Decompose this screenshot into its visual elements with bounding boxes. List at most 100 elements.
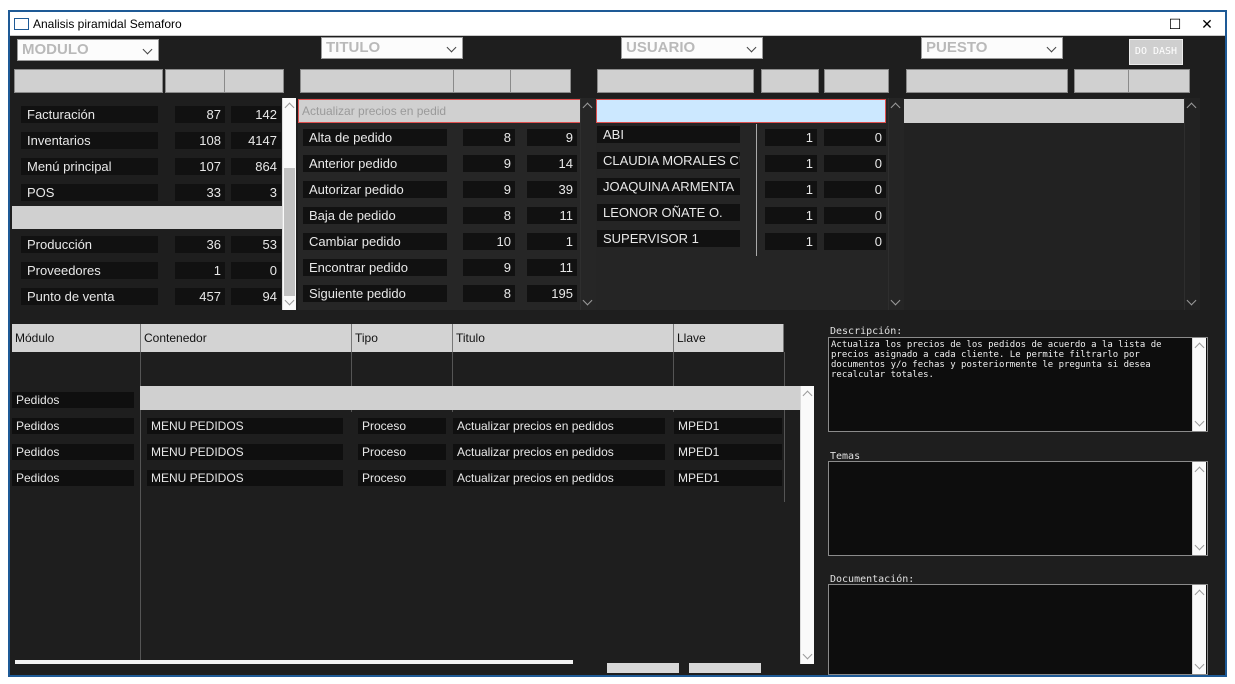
grid-cell-titulo[interactable]: Actualizar precios en pedidos <box>453 418 665 434</box>
modulo-count-a: 107 <box>175 158 225 175</box>
chevron-up-icon[interactable] <box>1194 466 1205 477</box>
modulo-count-b: 0 <box>231 262 281 279</box>
grid-cell-llave[interactable]: MPED1 <box>674 470 782 486</box>
modulo-selected-row[interactable] <box>12 206 282 229</box>
grid-cell-modulo[interactable]: Pedidos <box>12 444 134 460</box>
grid-cell-modulo[interactable]: Pedidos <box>12 392 134 408</box>
descripcion-label: Descripción: <box>830 326 903 337</box>
grid-column-divider <box>784 352 785 502</box>
grid-cell-contenedor[interactable]: MENU PEDIDOS <box>147 418 343 434</box>
puesto-dropdown-label: PUESTO <box>926 39 988 56</box>
grid-cell-contenedor[interactable]: MENU PEDIDOS <box>147 444 343 460</box>
usuario-count-b: 0 <box>824 129 886 146</box>
modulo-name[interactable]: Inventarios <box>21 132 158 149</box>
usuario-selected-row[interactable] <box>596 99 886 123</box>
chevron-up-icon[interactable] <box>284 102 295 113</box>
titulo-name[interactable]: Alta de pedido <box>303 129 447 146</box>
modulo-scrollbar[interactable] <box>282 98 296 310</box>
grid-scrollbar[interactable] <box>800 386 814 664</box>
titulo-header-a <box>453 69 511 93</box>
usuario-name[interactable]: LEONOR OÑATE O. <box>597 204 740 221</box>
grid-cell-titulo[interactable]: Actualizar precios en pedidos <box>453 444 665 460</box>
chevron-down-icon[interactable] <box>890 295 901 306</box>
chevron-up-icon[interactable] <box>1186 102 1197 113</box>
titulo-name[interactable]: Baja de pedido <box>303 207 447 224</box>
modulo-name[interactable]: POS <box>21 184 158 201</box>
grid-cell-tipo[interactable]: Proceso <box>358 444 446 460</box>
grid-header-llave[interactable]: Llave <box>674 324 784 352</box>
chevron-up-icon[interactable] <box>582 102 593 113</box>
footer-button-left[interactable] <box>607 663 679 673</box>
titulo-selected-row[interactable]: Actualizar precios en pedid <box>298 99 594 123</box>
documentacion-scrollbar[interactable] <box>1192 585 1206 674</box>
grid-selected-row[interactable] <box>140 386 800 410</box>
grid-cell-tipo[interactable]: Proceso <box>358 470 446 486</box>
chevron-down-icon <box>141 41 155 59</box>
do-dash-button[interactable]: DO DASH <box>1129 39 1183 65</box>
grid-cell-titulo[interactable]: Actualizar precios en pedidos <box>453 470 665 486</box>
modulo-count-b: 4147 <box>231 132 281 149</box>
temas-scrollbar[interactable] <box>1192 462 1206 555</box>
grid-header-tipo[interactable]: Tipo <box>352 324 453 352</box>
usuario-dropdown[interactable]: USUARIO <box>621 37 763 59</box>
modulo-name[interactable]: Menú principal <box>21 158 158 175</box>
usuario-count-b: 0 <box>824 155 886 172</box>
close-button[interactable]: ✕ <box>1194 14 1220 34</box>
titulo-name[interactable]: Cambiar pedido <box>303 233 447 250</box>
chevron-up-icon[interactable] <box>802 390 813 401</box>
modulo-name[interactable]: Punto de venta <box>21 288 158 305</box>
puesto-selected-row[interactable] <box>904 99 1184 123</box>
modulo-name[interactable]: Proveedores <box>21 262 158 279</box>
puesto-header-name <box>906 69 1068 93</box>
temas-textarea[interactable] <box>828 461 1208 556</box>
puesto-dropdown[interactable]: PUESTO <box>921 37 1063 59</box>
descripcion-scrollbar[interactable] <box>1192 338 1206 431</box>
footer-button-right[interactable] <box>689 663 761 673</box>
usuario-name[interactable]: SUPERVISOR 1 <box>597 230 740 247</box>
puesto-scrollbar[interactable] <box>1184 98 1198 310</box>
grid-header-contenedor[interactable]: Contenedor <box>141 324 352 352</box>
usuario-name[interactable]: CLAUDIA MORALES CU <box>597 152 740 169</box>
titulo-name[interactable]: Autorizar pedido <box>303 181 447 198</box>
chevron-up-icon[interactable] <box>1194 589 1205 600</box>
titulo-dropdown[interactable]: TITULO <box>321 37 463 59</box>
modulo-name[interactable]: Producción <box>21 236 158 253</box>
chevron-down-icon[interactable] <box>284 295 295 306</box>
scroll-thumb[interactable] <box>284 168 295 296</box>
grid-cell-modulo[interactable]: Pedidos <box>12 470 134 486</box>
grid-header-modulo[interactable]: Módulo <box>12 324 141 352</box>
puesto-list <box>904 98 1200 310</box>
usuario-name[interactable]: ABI <box>597 126 740 143</box>
titulo-name[interactable]: Siguiente pedido <box>303 285 447 302</box>
grid-header-titulo[interactable]: Titulo <box>453 324 674 352</box>
horizontal-scrollbar[interactable] <box>15 660 573 664</box>
chevron-down-icon[interactable] <box>582 295 593 306</box>
maximize-button[interactable]: ☐ <box>1162 14 1188 34</box>
documentacion-textarea[interactable] <box>828 584 1208 675</box>
chevron-up-icon[interactable] <box>890 102 901 113</box>
titulo-name[interactable]: Encontrar pedido <box>303 259 447 276</box>
chevron-down-icon[interactable] <box>1194 540 1205 551</box>
usuario-name[interactable]: JOAQUINA ARMENTA <box>597 178 740 195</box>
chevron-down-icon[interactable] <box>1186 295 1197 306</box>
grid-cell-contenedor[interactable]: MENU PEDIDOS <box>147 470 343 486</box>
usuario-column-divider <box>756 124 757 256</box>
chevron-down-icon[interactable] <box>1194 659 1205 670</box>
chevron-up-icon[interactable] <box>1194 342 1205 353</box>
chevron-down-icon[interactable] <box>802 649 813 660</box>
grid-cell-modulo[interactable]: Pedidos <box>12 418 134 434</box>
grid-cell-tipo[interactable]: Proceso <box>358 418 446 434</box>
titulo-name[interactable]: Anterior pedido <box>303 155 447 172</box>
grid-cell-llave[interactable]: MPED1 <box>674 444 782 460</box>
titulo-scrollbar[interactable] <box>580 98 594 310</box>
titulo-count-a: 10 <box>463 233 515 250</box>
usuario-list: ABI 1 0 CLAUDIA MORALES CU 1 0 JOAQUINA … <box>596 98 904 310</box>
chevron-down-icon[interactable] <box>1194 416 1205 427</box>
modulo-dropdown[interactable]: MODULO <box>17 39 159 61</box>
modulo-name[interactable]: Facturación <box>21 106 158 123</box>
modulo-header-b <box>224 69 284 93</box>
grid-cell-llave[interactable]: MPED1 <box>674 418 782 434</box>
descripcion-textarea[interactable]: Actualiza los precios de los pedidos de … <box>828 337 1208 432</box>
modulo-list: Facturación 87 142 Inventarios 108 4147 … <box>12 98 298 310</box>
usuario-scrollbar[interactable] <box>888 98 902 310</box>
